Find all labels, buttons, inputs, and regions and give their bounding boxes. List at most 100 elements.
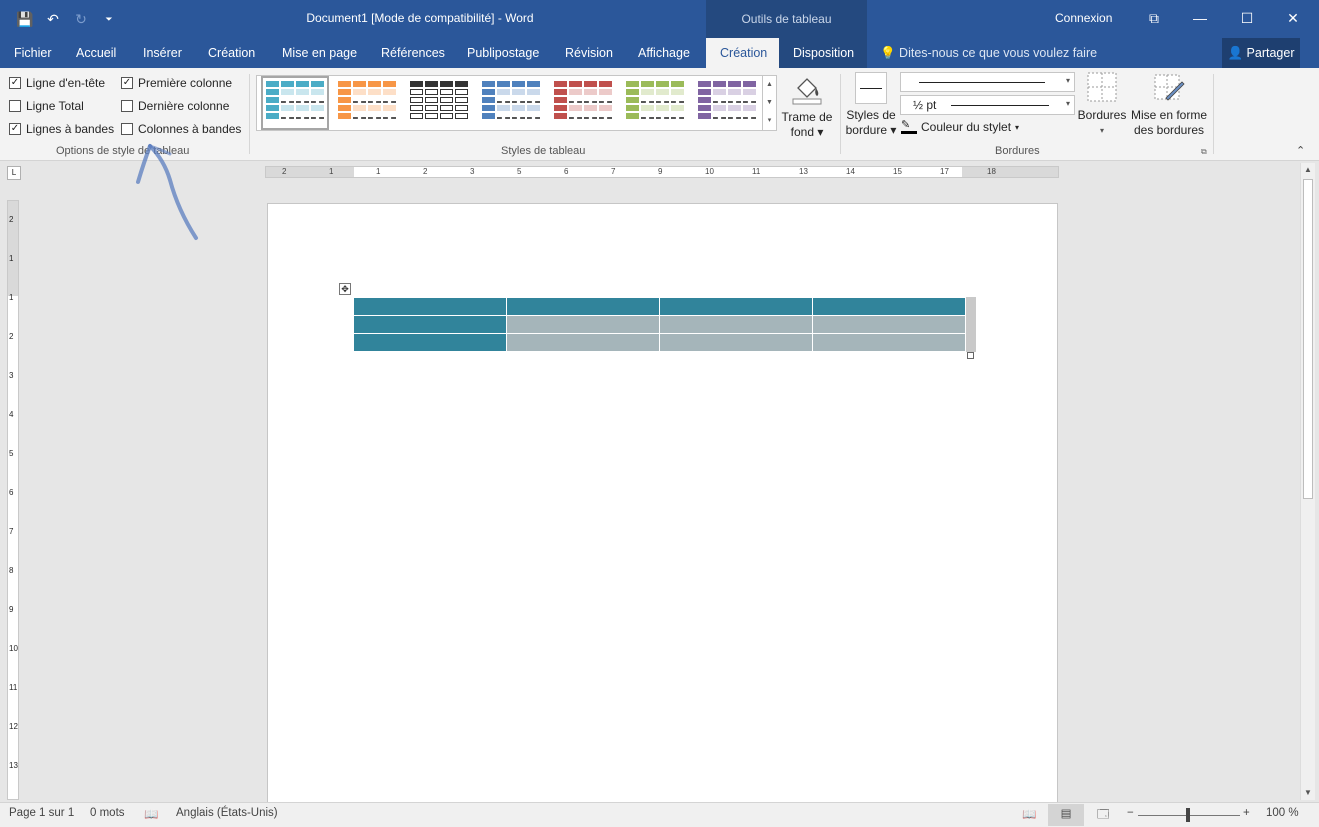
line-style-preview [919,82,1045,83]
checkbox-banded-columns[interactable]: Colonnes à bandes [121,122,241,136]
line-weight-dropdown[interactable]: ½ pt ▾ [900,95,1075,115]
group-separator [1213,74,1214,154]
border-painter-line2: des bordures [1133,123,1205,137]
minimize-button[interactable]: — [1186,6,1214,30]
ruler-tick-label: 4 [9,410,14,419]
tab-file[interactable]: Fichier [14,38,52,68]
table-cell[interactable] [812,333,966,352]
scrollbar-thumb[interactable] [1303,179,1313,499]
web-layout-icon[interactable]: 🗔 [1097,807,1109,826]
table-style-thumbnail[interactable] [554,81,612,125]
read-mode-icon[interactable]: 📖 [1022,807,1036,821]
tab-design[interactable]: Création [208,38,255,68]
scroll-down-icon[interactable]: ▼ [1301,786,1315,800]
table-style-thumbnail[interactable] [261,76,329,130]
table-row[interactable] [353,315,966,334]
table-resize-handle[interactable] [967,352,974,359]
tab-references[interactable]: Références [381,38,445,68]
tab-table-layout[interactable]: Disposition [779,38,867,68]
table-move-handle-icon[interactable]: ✥ [339,283,351,295]
tab-mailings[interactable]: Publipostage [467,38,539,68]
maximize-button[interactable]: ☐ [1233,6,1261,30]
checkbox-last-column[interactable]: Dernière colonne [121,99,229,113]
checkbox-header-row[interactable]: ✓ Ligne d'en-tête [9,76,105,90]
zoom-out-icon[interactable]: − [1127,807,1134,819]
table-cell[interactable] [506,315,660,334]
language-indicator[interactable]: Anglais (États-Unis) [176,807,278,819]
line-style-dropdown[interactable]: ▾ [900,72,1075,92]
ruler-tick-label: 6 [564,167,569,176]
table-cell[interactable] [506,297,660,316]
table-cell[interactable] [506,333,660,352]
table-row[interactable] [353,297,966,316]
vertical-ruler[interactable]: 2 1 1 2 3 4 5 6 7 8 9 10 11 12 13 [7,200,19,800]
ruler-tick-label: 2 [9,332,14,341]
document-table[interactable] [353,297,966,352]
close-button[interactable]: ✕ [1279,6,1307,30]
borders-label: Bordures [1077,108,1127,122]
page-count[interactable]: Page 1 sur 1 [9,807,74,819]
chevron-down-icon: ▾ [1065,76,1070,85]
tab-layout[interactable]: Mise en page [282,38,357,68]
checkbox-total-row[interactable]: Ligne Total [9,99,84,113]
share-button[interactable]: 👤 Partager [1222,38,1300,68]
tab-table-design[interactable]: Création [706,38,782,68]
scroll-up-icon[interactable]: ▲ [1301,163,1315,177]
zoom-in-icon[interactable]: + [1243,807,1250,819]
checkbox-box [121,100,133,112]
pen-color-button[interactable]: ✎ Couleur du stylet ▾ [901,120,1019,134]
table-cell[interactable] [812,315,966,334]
table-tools-label: Outils de tableau [706,0,867,38]
table-cell[interactable] [353,297,507,316]
gallery-up-icon[interactable]: ▲ [763,76,776,94]
table-row[interactable] [353,333,966,352]
border-painter-button[interactable]: Mise en forme des bordures [1129,72,1209,138]
checkbox-banded-rows[interactable]: ✓ Lignes à bandes [9,122,114,136]
table-style-thumbnail[interactable] [338,81,396,125]
chevron-down-icon: ▾ [1015,122,1020,132]
proofing-icon[interactable]: 📖 [144,807,158,821]
table-cell[interactable] [353,333,507,352]
zoom-slider-knob[interactable] [1186,808,1190,822]
ruler-tick-label: 18 [987,167,996,176]
ruler-tick-label: 17 [940,167,949,176]
tell-me-search[interactable]: 💡 Dites-nous ce que vous voulez faire [880,38,1097,68]
signin-link[interactable]: Connexion [1055,11,1112,25]
table-cell[interactable] [353,315,507,334]
ruler-tick-label: 5 [9,449,14,458]
tab-selector-icon[interactable]: L [7,166,21,180]
table-style-thumbnail[interactable] [482,81,540,125]
word-count[interactable]: 0 mots [90,807,125,819]
tab-view[interactable]: Affichage [638,38,690,68]
ribbon-display-options-icon[interactable]: ⧉ [1140,6,1168,30]
table-cell[interactable] [659,333,813,352]
table-cell[interactable] [659,297,813,316]
ruler-tick-label: 3 [9,371,14,380]
table-style-thumbnail[interactable] [626,81,684,125]
tab-review[interactable]: Révision [565,38,613,68]
gallery-more-icon[interactable]: ▾ [763,112,776,130]
gallery-down-icon[interactable]: ▼ [763,94,776,112]
vertical-scrollbar[interactable]: ▲ ▼ [1300,163,1315,800]
ruler-tick-label: 1 [9,254,14,263]
borders-button[interactable]: Bordures ▾ [1077,72,1127,138]
ruler-margin-left [266,167,354,177]
horizontal-ruler[interactable]: 2 1 1 2 3 5 6 7 9 10 11 13 14 15 17 18 [265,166,1059,178]
line-weight-value: ½ pt [913,98,937,112]
borders-dialog-launcher-icon[interactable]: ⧉ [1201,147,1207,157]
group-separator [249,74,250,154]
table-style-thumbnail[interactable] [410,81,468,125]
tab-insert[interactable]: Insérer [143,38,182,68]
checkbox-label: Colonnes à bandes [138,122,242,136]
table-cell[interactable] [812,297,966,316]
border-styles-button[interactable]: Styles de bordure ▾ [844,72,898,138]
table-style-thumbnail[interactable] [698,81,756,125]
checkbox-first-column[interactable]: ✓ Première colonne [121,76,232,90]
zoom-level[interactable]: 100 % [1266,807,1299,819]
tab-home[interactable]: Accueil [76,38,116,68]
collapse-ribbon-icon[interactable]: ⌃ [1296,144,1305,157]
print-layout-icon[interactable]: ▤ [1048,804,1084,826]
document-page[interactable] [267,203,1058,803]
table-cell[interactable] [659,315,813,334]
shading-button[interactable]: Trame de fond ▾ [780,72,834,140]
